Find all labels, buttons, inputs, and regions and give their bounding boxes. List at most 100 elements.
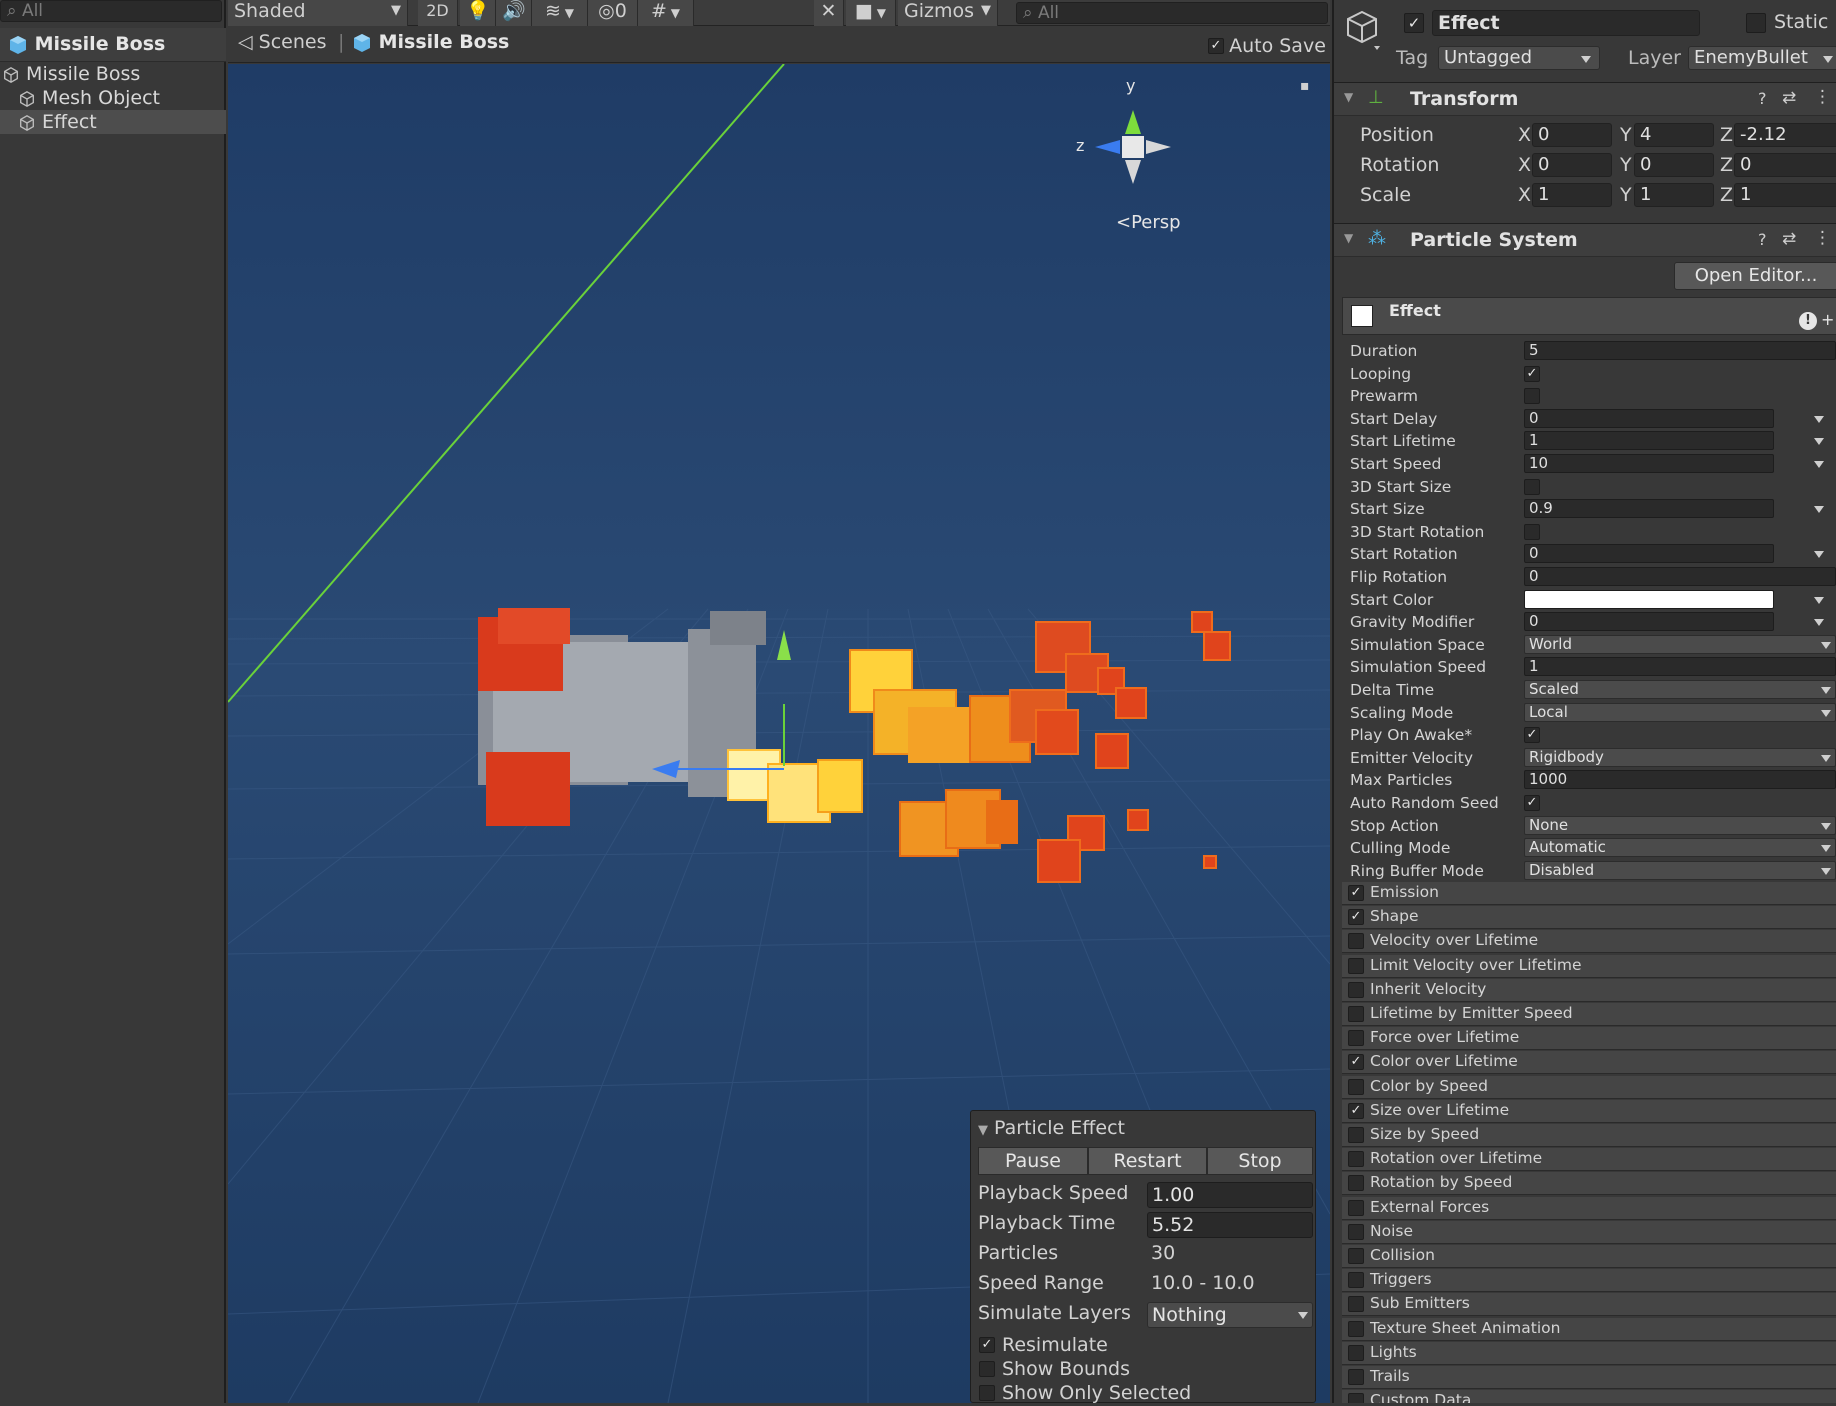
- module-enable-checkbox[interactable]: [1348, 1320, 1364, 1337]
- property-dropdown[interactable]: Automatic: [1524, 838, 1836, 858]
- module-enable-checkbox[interactable]: ✓: [1348, 885, 1364, 901]
- effects-dropdown[interactable]: ≋ ▼: [532, 0, 588, 26]
- module-row[interactable]: Trails: [1342, 1366, 1836, 1389]
- property-checkbox[interactable]: ✓: [1524, 727, 1540, 744]
- playback-time-input[interactable]: 5.52: [1147, 1212, 1313, 1238]
- module-row[interactable]: Limit Velocity over Lifetime: [1342, 954, 1836, 978]
- property-input[interactable]: 5: [1524, 341, 1836, 360]
- module-row[interactable]: Inherit Velocity: [1342, 978, 1836, 1002]
- lock-icon[interactable]: ▪: [1300, 78, 1310, 94]
- scale-y-input[interactable]: 1: [1634, 183, 1714, 207]
- property-dropdown[interactable]: Disabled: [1524, 860, 1836, 880]
- module-row[interactable]: Collision: [1342, 1245, 1836, 1268]
- module-enable-checkbox[interactable]: [1348, 1369, 1364, 1385]
- module-enable-checkbox[interactable]: ✓: [1348, 909, 1364, 926]
- module-row[interactable]: ✓ Size over Lifetime: [1342, 1099, 1836, 1123]
- module-row[interactable]: Noise: [1342, 1220, 1836, 1244]
- checkbox[interactable]: ✓: [979, 1337, 995, 1353]
- module-row[interactable]: Custom Data: [1342, 1390, 1836, 1403]
- scale-z-input[interactable]: 1: [1734, 183, 1836, 207]
- property-input[interactable]: 1000: [1524, 770, 1836, 790]
- module-enable-checkbox[interactable]: [1348, 1151, 1364, 1168]
- module-row[interactable]: Size by Speed: [1342, 1124, 1836, 1147]
- property-checkbox[interactable]: ✓: [1524, 365, 1540, 382]
- projection-toggle[interactable]: <Persp: [1116, 212, 1181, 233]
- module-row[interactable]: Sub Emitters: [1342, 1293, 1836, 1317]
- add-icon[interactable]: +: [1821, 310, 1834, 329]
- module-enable-checkbox[interactable]: [1348, 1199, 1364, 1216]
- module-enable-checkbox[interactable]: [1348, 1272, 1364, 1289]
- grid-dropdown[interactable]: # ▼: [638, 0, 694, 26]
- help-icon[interactable]: ?: [1758, 230, 1767, 249]
- module-enable-checkbox[interactable]: [1348, 1006, 1364, 1022]
- module-enable-checkbox[interactable]: [1348, 1030, 1364, 1047]
- more-options-icon[interactable]: ⋮: [1814, 87, 1831, 107]
- property-input[interactable]: 1: [1524, 657, 1836, 677]
- curve-mode-dropdown[interactable]: [1814, 415, 1824, 423]
- curve-mode-dropdown[interactable]: [1814, 461, 1824, 468]
- module-enable-checkbox[interactable]: [1348, 1296, 1364, 1313]
- module-row[interactable]: ✓ Shape: [1342, 906, 1836, 930]
- module-row[interactable]: ✓ Color over Lifetime: [1342, 1051, 1836, 1075]
- module-row[interactable]: Velocity over Lifetime: [1342, 930, 1836, 954]
- property-dropdown[interactable]: Rigidbody: [1524, 747, 1836, 767]
- property-input[interactable]: 0: [1524, 408, 1774, 428]
- restart-button[interactable]: Restart: [1088, 1147, 1207, 1175]
- position-y-input[interactable]: 4: [1634, 123, 1714, 147]
- lighting-toggle[interactable]: 💡: [460, 0, 496, 26]
- camera-dropdown[interactable]: ■ ▼: [846, 0, 896, 26]
- curve-mode-dropdown[interactable]: [1814, 551, 1824, 559]
- more-options-icon[interactable]: ⋮: [1814, 228, 1831, 248]
- property-dropdown[interactable]: Local: [1524, 702, 1836, 722]
- curve-mode-dropdown[interactable]: [1814, 596, 1824, 604]
- rotation-z-input[interactable]: 0: [1734, 153, 1836, 177]
- preset-icon[interactable]: ⇄: [1782, 229, 1796, 249]
- open-editor-button[interactable]: Open Editor...: [1674, 262, 1836, 290]
- hierarchy-item-mesh-object[interactable]: Mesh Object: [0, 86, 226, 110]
- stop-button[interactable]: Stop: [1207, 1147, 1313, 1175]
- module-enable-checkbox[interactable]: ✓: [1348, 1102, 1364, 1119]
- property-input[interactable]: 0: [1524, 612, 1774, 632]
- module-row[interactable]: Lights: [1342, 1341, 1836, 1365]
- curve-mode-dropdown[interactable]: [1814, 619, 1824, 627]
- gizmos-dropdown[interactable]: Gizmos ▼: [898, 0, 998, 26]
- scale-x-input[interactable]: 1: [1532, 183, 1612, 207]
- property-dropdown[interactable]: World: [1524, 634, 1836, 654]
- curve-mode-dropdown[interactable]: [1814, 438, 1824, 446]
- checkbox[interactable]: [979, 1385, 995, 1401]
- module-row[interactable]: Texture Sheet Animation: [1342, 1317, 1836, 1341]
- effect-module-header[interactable]: Effect ! +: [1342, 297, 1836, 335]
- audio-toggle[interactable]: 🔊: [496, 0, 532, 26]
- rotation-x-input[interactable]: 0: [1532, 153, 1612, 177]
- overlay-header[interactable]: ▼ Particle Effect: [978, 1117, 1312, 1145]
- checkbox[interactable]: [979, 1361, 995, 1377]
- module-row[interactable]: Rotation by Speed: [1342, 1172, 1836, 1196]
- module-enable-checkbox[interactable]: [1348, 1078, 1364, 1095]
- transform-header[interactable]: ▼ ⊥ Transform ? ⇄ ⋮: [1334, 82, 1836, 116]
- simulate-layers-dropdown[interactable]: Nothing: [1147, 1302, 1313, 1328]
- 2d-toggle[interactable]: 2D: [418, 0, 458, 26]
- property-input[interactable]: 0.9: [1524, 499, 1774, 519]
- module-row[interactable]: External Forces: [1342, 1196, 1836, 1220]
- playback-speed-input[interactable]: 1.00: [1147, 1182, 1313, 1208]
- property-input[interactable]: 0: [1524, 544, 1774, 564]
- shading-dropdown[interactable]: Shaded ▼: [228, 0, 408, 26]
- module-row[interactable]: Lifetime by Emitter Speed: [1342, 1003, 1836, 1026]
- module-enable-checkbox[interactable]: [1348, 981, 1364, 998]
- curve-mode-dropdown[interactable]: [1814, 506, 1824, 514]
- auto-save-toggle[interactable]: ✓ Auto Save: [1208, 35, 1326, 57]
- property-dropdown[interactable]: None: [1524, 815, 1836, 835]
- scene-search-input[interactable]: ⌕ All: [1016, 2, 1328, 24]
- property-checkbox[interactable]: ✓: [1524, 795, 1540, 811]
- hierarchy-scene-header[interactable]: Missile Boss: [0, 28, 226, 62]
- help-icon[interactable]: ?: [1758, 89, 1767, 108]
- module-row[interactable]: ✓ Emission: [1342, 882, 1836, 905]
- property-dropdown[interactable]: Scaled: [1524, 680, 1836, 699]
- active-checkbox[interactable]: ✓: [1404, 13, 1424, 33]
- property-checkbox[interactable]: [1524, 388, 1540, 405]
- module-enable-checkbox[interactable]: [1348, 1223, 1364, 1240]
- module-enable-checkbox[interactable]: [1348, 1248, 1364, 1264]
- property-checkbox[interactable]: [1524, 478, 1540, 495]
- module-row[interactable]: Rotation over Lifetime: [1342, 1148, 1836, 1172]
- show-bounds-option[interactable]: Show Bounds: [978, 1358, 1312, 1382]
